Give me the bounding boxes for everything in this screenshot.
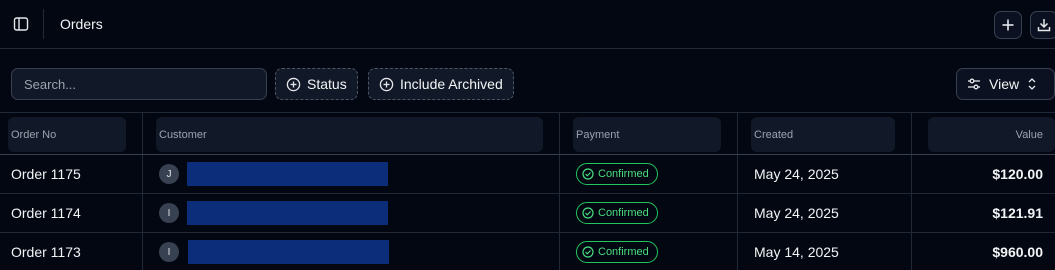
created-date: May 24, 2025 bbox=[754, 205, 839, 221]
order-number: Order 1174 bbox=[11, 205, 81, 221]
status-filter-label: Status bbox=[307, 76, 347, 92]
column-divider bbox=[911, 113, 912, 154]
search-input[interactable] bbox=[11, 68, 267, 100]
column-divider bbox=[911, 194, 912, 232]
view-options-button[interactable]: View bbox=[956, 68, 1055, 100]
payment-status-badge: Confirmed bbox=[576, 163, 658, 185]
payment-status-badge: Confirmed bbox=[576, 241, 658, 263]
column-header-order-no[interactable]: Order No bbox=[8, 117, 126, 152]
payment-status-label: Confirmed bbox=[598, 207, 649, 219]
plus-circle-icon bbox=[286, 77, 301, 91]
add-button[interactable] bbox=[994, 11, 1022, 39]
customer-avatar: I bbox=[159, 203, 179, 223]
column-divider bbox=[737, 233, 738, 270]
column-divider bbox=[142, 233, 143, 270]
order-number: Order 1175 bbox=[11, 166, 81, 182]
table-row[interactable]: Order 1173 I Confirmed May 14, 2025 $960… bbox=[0, 233, 1055, 270]
check-circle-icon bbox=[582, 168, 594, 180]
column-divider bbox=[142, 155, 143, 193]
column-divider bbox=[142, 194, 143, 232]
status-filter-button[interactable]: Status bbox=[275, 68, 358, 100]
column-divider bbox=[559, 113, 560, 154]
sidebar-toggle-icon bbox=[13, 17, 29, 31]
column-divider bbox=[142, 113, 143, 154]
redacted-customer-name bbox=[188, 240, 389, 264]
download-button[interactable] bbox=[1030, 11, 1055, 39]
created-date: May 14, 2025 bbox=[754, 244, 839, 260]
download-icon bbox=[1037, 19, 1051, 32]
order-value: $121.91 bbox=[992, 205, 1043, 221]
check-circle-icon bbox=[582, 246, 594, 258]
plus-circle-icon bbox=[379, 77, 394, 91]
include-archived-button[interactable]: Include Archived bbox=[368, 68, 514, 100]
column-header-payment[interactable]: Payment bbox=[573, 117, 721, 152]
customer-avatar: J bbox=[159, 164, 179, 184]
sliders-icon bbox=[968, 78, 980, 90]
redacted-customer-name bbox=[187, 162, 388, 186]
column-divider bbox=[737, 113, 738, 154]
column-header-value[interactable]: Value bbox=[928, 117, 1055, 152]
plus-icon bbox=[1002, 19, 1014, 31]
column-divider bbox=[737, 155, 738, 193]
payment-status-label: Confirmed bbox=[598, 246, 649, 258]
column-header-customer[interactable]: Customer bbox=[156, 117, 543, 152]
column-divider bbox=[911, 233, 912, 270]
view-options-label: View bbox=[989, 76, 1020, 92]
table-row[interactable]: Order 1174 I Confirmed May 24, 2025 $121… bbox=[0, 194, 1055, 233]
column-divider bbox=[559, 155, 560, 193]
created-date: May 24, 2025 bbox=[754, 166, 839, 182]
column-divider bbox=[911, 155, 912, 193]
column-divider bbox=[559, 233, 560, 270]
orders-table: Order No Customer Payment Created Value … bbox=[0, 112, 1055, 270]
sidebar-toggle-button[interactable] bbox=[8, 11, 34, 37]
app-header: Orders bbox=[0, 0, 1055, 49]
column-divider bbox=[737, 194, 738, 232]
include-archived-label: Include Archived bbox=[400, 76, 503, 92]
payment-status-label: Confirmed bbox=[598, 168, 649, 180]
table-header: Order No Customer Payment Created Value bbox=[0, 112, 1055, 155]
header-divider bbox=[43, 9, 44, 39]
column-divider bbox=[559, 194, 560, 232]
redacted-customer-name bbox=[187, 201, 388, 225]
payment-status-badge: Confirmed bbox=[576, 202, 658, 224]
column-header-created[interactable]: Created bbox=[751, 117, 895, 152]
page-title: Orders bbox=[60, 16, 103, 32]
chevron-up-down-icon bbox=[1028, 78, 1036, 90]
order-value: $960.00 bbox=[992, 244, 1043, 260]
check-circle-icon bbox=[582, 207, 594, 219]
customer-avatar: I bbox=[159, 242, 179, 262]
order-value: $120.00 bbox=[992, 166, 1043, 182]
order-number: Order 1173 bbox=[11, 244, 81, 260]
table-row[interactable]: Order 1175 J Confirmed May 24, 2025 $120… bbox=[0, 155, 1055, 194]
